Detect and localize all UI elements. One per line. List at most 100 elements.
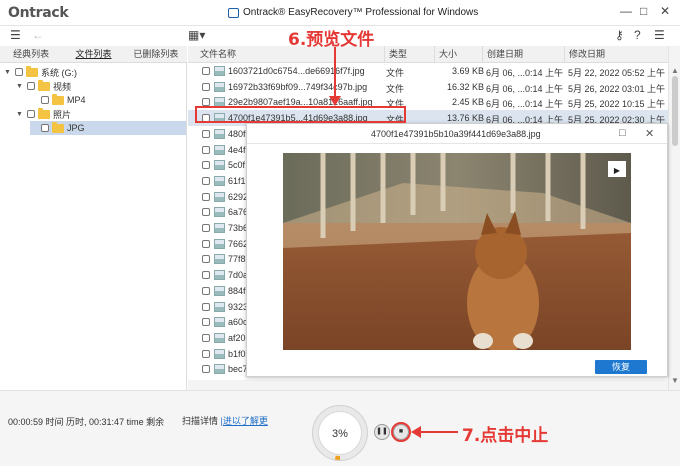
tree-item-label: 视频 <box>53 81 72 92</box>
stop-arrow <box>411 426 458 438</box>
table-row[interactable]: 1603721d0c6754...de66916f7f.jpg 文件 3.69 KB… <box>188 63 668 79</box>
window-title-text: Ontrack® EasyRecovery™ Professional for … <box>243 7 479 18</box>
scrollbar-thumb[interactable] <box>672 76 678 146</box>
row-checkbox[interactable] <box>202 239 210 248</box>
minimize-icon[interactable]: — <box>620 4 632 18</box>
image-file-icon <box>214 364 225 375</box>
tree-item-system-drive[interactable]: ▼ 系统 (G:) <box>4 65 77 79</box>
tab-classic-list[interactable]: 经典列表 <box>0 46 62 62</box>
progress-percent: 3% <box>318 411 362 455</box>
help-icon[interactable]: ? <box>634 28 641 42</box>
column-modified[interactable]: 修改日期 <box>564 46 668 63</box>
image-file-icon <box>214 144 225 155</box>
file-type: 文件 <box>386 83 405 94</box>
image-file-icon <box>214 128 225 139</box>
image-file-icon <box>214 223 225 233</box>
tree-checkbox[interactable] <box>27 110 35 118</box>
file-grid-header: 文件名称 类型 大小 创建日期 修改日期 <box>188 46 668 63</box>
scroll-down-icon[interactable]: ▼ <box>671 376 679 385</box>
svg-text:▶: ▶ <box>614 166 621 175</box>
dog-photo: ▶ <box>283 153 631 350</box>
row-checkbox[interactable] <box>202 286 210 295</box>
file-size: 2.45 KB <box>451 97 484 108</box>
close-icon[interactable]: ✕ <box>660 4 670 18</box>
column-name[interactable]: 文件名称 <box>196 46 236 63</box>
maximize-icon[interactable]: □ <box>640 4 647 18</box>
elapsed-remaining-time: 00:00:59 时间 历时, 00:31:47 time 剩余 <box>8 417 165 427</box>
row-checkbox[interactable] <box>202 145 210 154</box>
image-file-icon <box>214 238 225 249</box>
folder-icon <box>38 79 50 91</box>
file-size: 16.32 KB <box>446 81 484 92</box>
tree-checkbox[interactable] <box>41 96 49 104</box>
app-logo: Ontrack <box>8 5 69 21</box>
preview-title-bar: 4700f1e47391b5b10a39f441d69e3a88.jpg □ ✕ <box>247 124 667 144</box>
tab-deleted-list[interactable]: 已删除列表 <box>125 46 187 62</box>
row-checkbox[interactable] <box>202 302 210 311</box>
tab-file-list[interactable]: 文件列表 <box>62 46 124 62</box>
row-checkbox[interactable] <box>202 161 210 170</box>
file-name: b1f0 <box>228 348 246 359</box>
hamburger-icon[interactable]: ☰ <box>10 28 21 42</box>
grid-view-icon[interactable]: ▦▾ <box>188 28 205 42</box>
row-checkbox[interactable] <box>202 365 210 374</box>
row-checkbox[interactable] <box>202 208 210 217</box>
row-checkbox[interactable] <box>202 333 210 342</box>
key-icon[interactable]: ⚷ <box>615 28 624 42</box>
row-checkbox[interactable] <box>202 129 210 138</box>
window-title: Ontrack® EasyRecovery™ Professional for … <box>228 7 478 18</box>
column-type[interactable]: 类型 <box>384 46 430 63</box>
tree-item-label: MP4 <box>67 95 86 105</box>
row-checkbox[interactable] <box>202 271 210 280</box>
stop-highlight <box>391 422 411 442</box>
scroll-up-icon[interactable]: ▲ <box>671 66 679 75</box>
file-name: bec7 <box>228 364 248 375</box>
back-arrow-icon[interactable]: ← <box>32 28 44 42</box>
row-checkbox[interactable] <box>202 176 210 185</box>
column-created[interactable]: 创建日期 <box>482 46 568 63</box>
pause-icon[interactable]: ❚❚ <box>374 424 390 440</box>
row-checkbox[interactable] <box>202 318 210 327</box>
restore-button[interactable]: 恢复 <box>595 360 647 374</box>
scan-details-label: 扫描详情 <box>182 416 219 426</box>
app-icon <box>228 7 239 18</box>
file-created: 6月 06, ...0:14 上午 <box>486 99 564 110</box>
row-checkbox[interactable] <box>202 67 210 75</box>
tree-item-jpg[interactable]: JPG <box>30 121 186 135</box>
vertical-scrollbar[interactable]: ▲ ▼ <box>668 46 680 390</box>
tree-checkbox[interactable] <box>41 124 49 132</box>
preview-arrow <box>329 47 341 106</box>
tree-item-mp4[interactable]: MP4 <box>30 93 86 107</box>
row-checkbox[interactable] <box>202 255 210 264</box>
tree-checkbox[interactable] <box>27 82 35 90</box>
table-row[interactable]: 16972b33f69bf09...749f34c97b.jpg 文件 16.32 … <box>188 79 668 95</box>
menu-icon[interactable]: ☰ <box>654 28 665 42</box>
row-checkbox[interactable] <box>202 82 210 91</box>
tree-checkbox[interactable] <box>15 68 23 76</box>
row-checkbox[interactable] <box>202 224 210 232</box>
tree-item-photos[interactable]: ▼ 照片 <box>16 107 71 121</box>
image-file-icon <box>214 348 225 359</box>
collapse-icon[interactable]: ▼ <box>16 111 24 118</box>
tree-item-label: JPG <box>67 123 85 133</box>
status-bar: 00:00:59 时间 历时, 00:31:47 time 剩余 扫描详情 |进… <box>0 390 680 466</box>
file-created: 6月 06, ...0:14 上午 <box>486 68 564 78</box>
preview-maximize-icon[interactable]: □ <box>619 127 626 139</box>
file-created: 6月 06, ...0:14 上午 <box>486 83 564 94</box>
title-bar: Ontrack Ontrack® EasyRecovery™ Professio… <box>0 0 680 26</box>
file-modified: 5月 26, 2022 03:01 上午 <box>568 83 666 94</box>
tree-item-label: 照片 <box>53 109 72 120</box>
preview-close-icon[interactable]: ✕ <box>645 127 654 140</box>
row-checkbox[interactable] <box>202 192 210 201</box>
horizontal-scrollbar[interactable] <box>188 380 668 390</box>
collapse-icon[interactable]: ▼ <box>4 69 12 76</box>
file-name: af20 <box>228 332 246 343</box>
image-file-icon <box>214 191 225 202</box>
collapse-icon[interactable]: ▼ <box>16 83 24 90</box>
image-file-icon <box>214 270 225 281</box>
tree-item-video[interactable]: ▼ 视频 <box>16 79 71 93</box>
scan-details-link[interactable]: |进以了解更 <box>221 416 268 426</box>
column-size[interactable]: 大小 <box>434 46 486 63</box>
row-checkbox[interactable] <box>202 349 210 358</box>
view-tabs: 经典列表 文件列表 已删除列表 <box>0 46 187 63</box>
